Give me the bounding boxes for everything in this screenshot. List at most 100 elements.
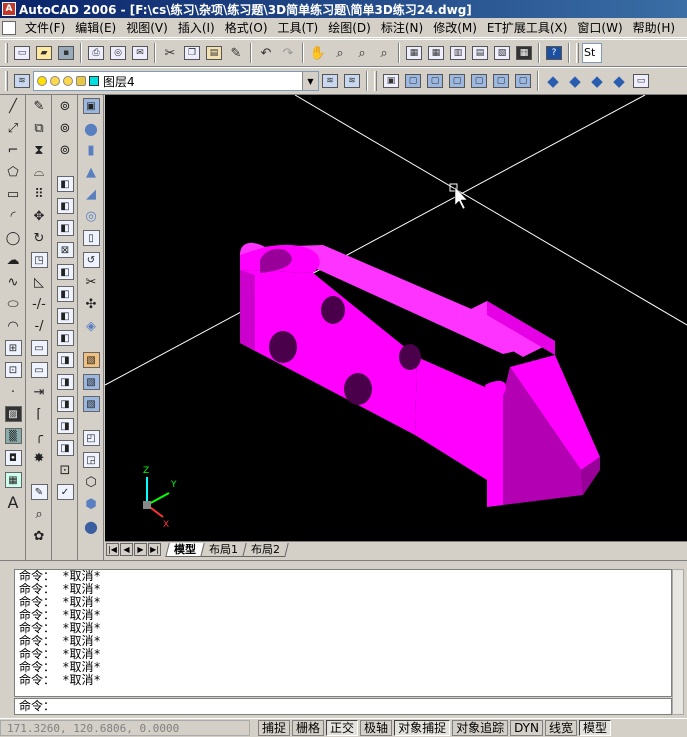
draw-order-button[interactable]: ◰ bbox=[80, 427, 102, 449]
left-view-button[interactable]: ▢ bbox=[446, 70, 468, 92]
osnap-toggle[interactable]: 对象捕捉 bbox=[394, 720, 451, 736]
nw-iso-view-button[interactable]: ◆ bbox=[608, 70, 630, 92]
separate-button[interactable]: ◨ bbox=[54, 437, 76, 459]
check-button[interactable]: ✓ bbox=[54, 481, 76, 503]
array-button[interactable]: ⠿ bbox=[28, 183, 50, 205]
menu-format[interactable]: 格式(O) bbox=[220, 19, 273, 37]
redo-button[interactable]: ↷ bbox=[277, 42, 299, 64]
tab-layout1[interactable]: 布局1 bbox=[200, 542, 247, 557]
pan-button[interactable]: ✋ bbox=[307, 42, 329, 64]
table-button[interactable]: ▦ bbox=[2, 469, 24, 491]
color-faces-button[interactable]: ◧ bbox=[54, 327, 76, 349]
menu-view[interactable]: 视图(V) bbox=[121, 19, 173, 37]
menu-tools[interactable]: 工具(T) bbox=[273, 19, 324, 37]
drawing-viewport[interactable]: Z Y X bbox=[105, 95, 687, 541]
torus-button[interactable]: ◎ bbox=[80, 205, 102, 227]
back-view-button[interactable]: ▢ bbox=[512, 70, 534, 92]
model-canvas[interactable]: Z Y X bbox=[105, 95, 687, 541]
union-button[interactable]: ⊚ bbox=[54, 95, 76, 117]
first-tab-button[interactable]: |◀ bbox=[106, 543, 119, 556]
subtract-button[interactable]: ⊚ bbox=[54, 117, 76, 139]
zoom-window-button[interactable]: ⌕ bbox=[351, 42, 373, 64]
lineweight-toggle[interactable]: 线宽 bbox=[544, 720, 577, 736]
layer-previous-button[interactable]: ≋ bbox=[341, 70, 363, 92]
shade-button[interactable]: ⬢ bbox=[80, 493, 102, 515]
hatch-button[interactable]: ▨ bbox=[2, 403, 24, 425]
copy-button[interactable]: ❐ bbox=[181, 42, 203, 64]
markup-button[interactable]: ▧ bbox=[491, 42, 513, 64]
ellipse-button[interactable]: ⬭ bbox=[2, 293, 24, 315]
arc-button[interactable]: ◜ bbox=[2, 205, 24, 227]
polar-toggle[interactable]: 极轴 bbox=[360, 720, 393, 736]
slice-button[interactable]: ✂ bbox=[80, 271, 102, 293]
revision-cloud-button[interactable]: ☁ bbox=[2, 249, 24, 271]
break-button[interactable]: ▭ bbox=[28, 359, 50, 381]
offset-button[interactable]: ⌓ bbox=[28, 161, 50, 183]
chamfer-button[interactable]: ⌈ bbox=[28, 403, 50, 425]
dyn-toggle[interactable]: DYN bbox=[510, 720, 543, 736]
clean-button[interactable]: ◨ bbox=[54, 415, 76, 437]
imprint-button[interactable]: ◨ bbox=[54, 393, 76, 415]
mirror-button[interactable]: ⧗ bbox=[28, 139, 50, 161]
revolve-button[interactable]: ↺ bbox=[80, 249, 102, 271]
offset-faces-button[interactable]: ◧ bbox=[54, 217, 76, 239]
construction-line-button[interactable]: ⤢ bbox=[2, 117, 24, 139]
right-view-button[interactable]: ▢ bbox=[468, 70, 490, 92]
new-file-button[interactable]: ▭ bbox=[11, 42, 33, 64]
rectangle-button[interactable]: ▭ bbox=[2, 183, 24, 205]
help-button[interactable]: ? bbox=[543, 42, 565, 64]
toolbar-grip[interactable] bbox=[374, 71, 377, 91]
undo-button[interactable]: ↶ bbox=[255, 42, 277, 64]
menu-edit[interactable]: 编辑(E) bbox=[70, 19, 121, 37]
box-button[interactable]: ▣ bbox=[80, 95, 102, 117]
gradient-button[interactable]: ▒ bbox=[2, 425, 24, 447]
fillet-button[interactable]: ╭ bbox=[28, 425, 50, 447]
erase-button[interactable]: ✎ bbox=[28, 95, 50, 117]
ne-iso-view-button[interactable]: ◆ bbox=[586, 70, 608, 92]
front-view-button[interactable]: ▢ bbox=[490, 70, 512, 92]
layer-dropdown[interactable]: 图层4 ▼ bbox=[33, 71, 319, 91]
save-button[interactable]: ▪ bbox=[55, 42, 77, 64]
top-view-button[interactable]: ▢ bbox=[402, 70, 424, 92]
text-style-select[interactable]: St bbox=[582, 43, 602, 63]
move-button[interactable]: ✥ bbox=[28, 205, 50, 227]
properties-button[interactable]: ▦ bbox=[403, 42, 425, 64]
scale-button[interactable]: ◳ bbox=[28, 249, 50, 271]
se-iso-view-button[interactable]: ◆ bbox=[564, 70, 586, 92]
interfere-button[interactable]: ◈ bbox=[80, 315, 102, 337]
break-at-point-button[interactable]: ▭ bbox=[28, 337, 50, 359]
toolbar-grip[interactable] bbox=[5, 43, 8, 63]
polyline-button[interactable]: ⌐ bbox=[2, 139, 24, 161]
snap-toggle[interactable]: 捕捉 bbox=[258, 720, 291, 736]
move-faces-button[interactable]: ◧ bbox=[54, 195, 76, 217]
tab-model[interactable]: 模型 bbox=[165, 542, 205, 557]
wedge-button[interactable]: ◢ bbox=[80, 183, 102, 205]
line-button[interactable]: ╱ bbox=[2, 95, 24, 117]
spline-button[interactable]: ∿ bbox=[2, 271, 24, 293]
polygon-button[interactable]: ⬠ bbox=[2, 161, 24, 183]
join-button[interactable]: ⇥ bbox=[28, 381, 50, 403]
otrack-toggle[interactable]: 对象追踪 bbox=[452, 720, 509, 736]
tool-palettes-button[interactable]: ▥ bbox=[447, 42, 469, 64]
rotate-button[interactable]: ↻ bbox=[28, 227, 50, 249]
extrude-faces-button[interactable]: ◧ bbox=[54, 173, 76, 195]
insert-block-button[interactable]: ⊞ bbox=[2, 337, 24, 359]
taper-faces-button[interactable]: ◧ bbox=[54, 283, 76, 305]
title-bar[interactable]: A AutoCAD 2006 - [F:\cs\练习\杂项\练习题\3D简单练习… bbox=[0, 0, 687, 18]
command-input[interactable]: 命令： bbox=[14, 698, 672, 715]
toolbar-grip[interactable] bbox=[576, 43, 579, 63]
cone-button[interactable]: ▲ bbox=[80, 161, 102, 183]
zoom-previous-button[interactable]: ⌕ bbox=[373, 42, 395, 64]
prev-tab-button[interactable]: ◀ bbox=[120, 543, 133, 556]
render-button[interactable]: ● bbox=[80, 515, 102, 537]
paint-bucket-button[interactable]: ✿ bbox=[28, 525, 50, 547]
extrude-button[interactable]: ▯ bbox=[80, 227, 102, 249]
next-tab-button[interactable]: ▶ bbox=[134, 543, 147, 556]
section-button[interactable]: ✣ bbox=[80, 293, 102, 315]
circle-button[interactable]: ◯ bbox=[2, 227, 24, 249]
rotate-faces-button[interactable]: ◧ bbox=[54, 261, 76, 283]
sw-iso-view-button[interactable]: ◆ bbox=[542, 70, 564, 92]
design-center-button[interactable]: ▦ bbox=[425, 42, 447, 64]
copy-edges-button[interactable]: ◨ bbox=[54, 349, 76, 371]
copy-faces-button[interactable]: ◧ bbox=[54, 305, 76, 327]
